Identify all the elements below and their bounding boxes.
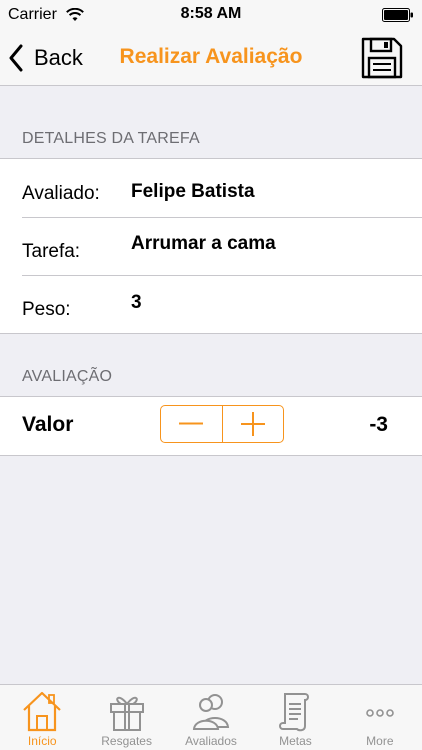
peso-label: Peso: bbox=[22, 299, 71, 320]
tarefa-value: Arrumar a cama bbox=[131, 233, 276, 254]
clock: 8:58 AM bbox=[180, 5, 242, 22]
floppy-disk-icon bbox=[361, 37, 403, 79]
home-icon bbox=[23, 691, 61, 732]
row-peso: Peso: 3 bbox=[0, 275, 422, 333]
minus-icon bbox=[179, 422, 204, 425]
decrement-button[interactable] bbox=[161, 406, 222, 442]
tab-resgates[interactable]: Resgates bbox=[84, 685, 168, 750]
peso-value: 3 bbox=[131, 292, 142, 313]
tab-avaliados-label: Avaliados bbox=[185, 734, 237, 748]
save-button[interactable] bbox=[360, 36, 404, 80]
tab-more[interactable]: More bbox=[338, 685, 422, 750]
page-title: Realizar Avaliação bbox=[119, 45, 303, 68]
valor-label: Valor bbox=[22, 413, 74, 436]
screen: Carrier 8:58 AM Back Realizar Avaliação bbox=[0, 0, 422, 750]
evaluation-section-header: AVALIAÇÃO bbox=[22, 368, 113, 385]
increment-button[interactable] bbox=[221, 406, 284, 442]
tab-avaliados[interactable]: Avaliados bbox=[169, 685, 253, 750]
tab-resgates-label: Resgates bbox=[101, 734, 152, 748]
scroll-icon bbox=[279, 693, 310, 732]
tab-metas-label: Metas bbox=[279, 734, 312, 748]
details-group: Avaliado: Felipe Batista Tarefa: Arrumar… bbox=[0, 158, 422, 334]
row-avaliado: Avaliado: Felipe Batista bbox=[0, 159, 422, 217]
row-valor: Valor -3 bbox=[0, 397, 422, 455]
tab-metas[interactable]: Metas bbox=[253, 685, 337, 750]
tab-inicio-label: Início bbox=[27, 734, 57, 748]
navigation-bar: Back Realizar Avaliação bbox=[0, 30, 422, 86]
plus-icon bbox=[240, 412, 265, 436]
row-tarefa: Tarefa: Arrumar a cama bbox=[0, 217, 422, 275]
tab-inicio[interactable]: Início bbox=[0, 685, 84, 750]
status-bar: Carrier 8:58 AM bbox=[0, 0, 422, 30]
tab-more-label: More bbox=[366, 734, 394, 748]
more-icon bbox=[366, 709, 394, 717]
details-section-header: DETALHES DA TAREFA bbox=[22, 130, 200, 147]
people-icon bbox=[192, 694, 230, 730]
avaliado-value: Felipe Batista bbox=[131, 181, 255, 202]
valor-stepper[interactable] bbox=[160, 405, 284, 443]
evaluation-group: Valor -3 bbox=[0, 396, 422, 456]
avaliado-label: Avaliado: bbox=[22, 183, 100, 204]
valor-value: -3 bbox=[369, 413, 388, 436]
battery-icon bbox=[382, 8, 413, 22]
tab-bar: Início Resgates Avaliados Metas More bbox=[0, 684, 422, 750]
gift-icon bbox=[109, 696, 144, 731]
tarefa-label: Tarefa: bbox=[22, 241, 81, 262]
